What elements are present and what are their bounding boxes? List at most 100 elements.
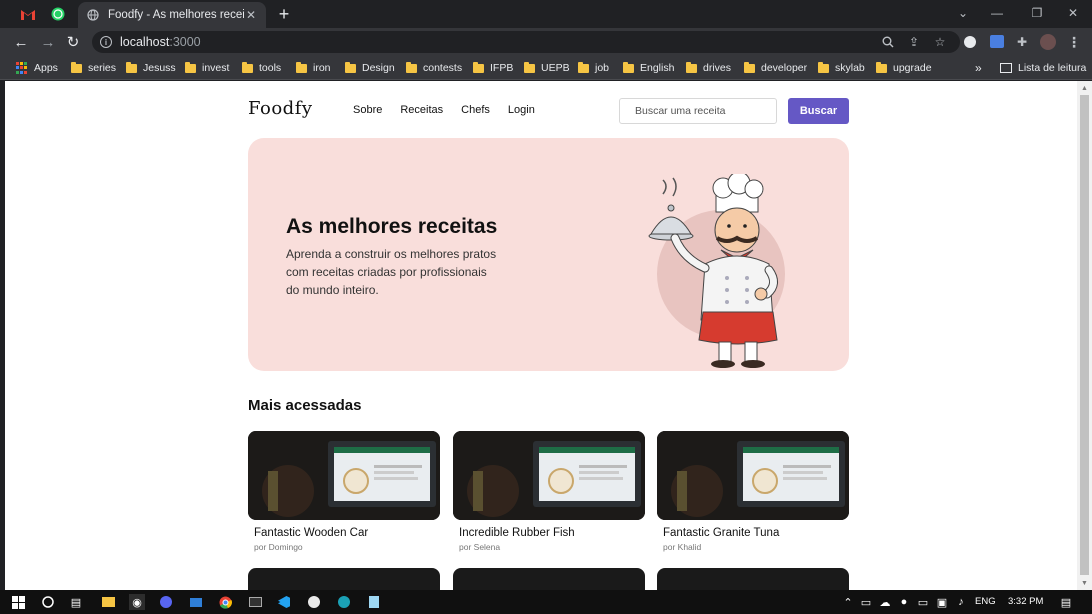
bookmark-star-icon[interactable]: ☆: [932, 34, 948, 50]
notepad-icon[interactable]: [366, 594, 382, 610]
folder-icon: [345, 61, 356, 73]
folder-icon: [406, 61, 417, 73]
bookmark-folder[interactable]: IFPB: [473, 60, 513, 76]
bookmark-folder[interactable]: job: [578, 60, 609, 76]
bookmarks-overflow-icon[interactable]: »: [975, 60, 982, 76]
bookmark-folder[interactable]: Jesuss: [126, 60, 176, 76]
bookmark-folder[interactable]: UEPB: [524, 60, 570, 76]
mail-icon[interactable]: [188, 594, 204, 610]
extension-circle-icon[interactable]: [964, 36, 976, 48]
recipe-image[interactable]: [453, 431, 645, 520]
tray-chevron-icon[interactable]: ⌃: [840, 594, 856, 610]
network-icon[interactable]: ▣: [934, 594, 950, 610]
bookmark-folder[interactable]: upgrade: [876, 60, 932, 76]
tab-foodfy[interactable]: Foodfy - As melhores receitas ✕: [78, 2, 266, 28]
tab-search-icon[interactable]: ⌄: [946, 3, 980, 23]
restore-icon[interactable]: ❐: [1020, 3, 1054, 23]
tray-meet-icon[interactable]: ▭: [858, 594, 874, 610]
bookmark-folder[interactable]: skylab: [818, 60, 865, 76]
nav-link-receitas[interactable]: Receitas: [400, 104, 443, 116]
zoom-search-icon[interactable]: [880, 34, 896, 50]
reading-list[interactable]: Lista de leitura: [1000, 60, 1086, 76]
bookmark-folder[interactable]: invest: [185, 60, 229, 76]
minimize-icon[interactable]: —: [980, 3, 1014, 23]
tab-strip: Foodfy - As melhores receitas ✕ + ⌄ — ❐ …: [0, 0, 1092, 28]
recipe-card[interactable]: [248, 568, 440, 590]
recipe-image[interactable]: [657, 431, 849, 520]
browser-toolbar: ← → ↻ i localhost:3000 ⇪ ☆ ✚ ⋮: [0, 28, 1092, 56]
edge-icon[interactable]: [336, 594, 352, 610]
bookmark-folder[interactable]: English: [623, 60, 674, 76]
microphone-icon[interactable]: ●: [896, 594, 912, 610]
translate-icon[interactable]: [990, 35, 1004, 48]
back-icon[interactable]: ←: [11, 32, 31, 52]
volume-icon[interactable]: ♪: [953, 594, 969, 610]
site-logo[interactable]: Foodfy: [248, 98, 313, 119]
recipe-card[interactable]: Fantastic Wooden Car por Domingo: [248, 431, 440, 552]
bookmark-folder[interactable]: series: [71, 60, 116, 76]
bookmark-folder[interactable]: contests: [406, 60, 462, 76]
search-button[interactable]: Buscar: [788, 98, 849, 124]
recipe-name[interactable]: Fantastic Granite Tuna: [663, 527, 849, 539]
bookmark-folder[interactable]: tools: [242, 60, 281, 76]
scroll-down-icon[interactable]: ▼: [1080, 578, 1089, 588]
nav-link-sobre[interactable]: Sobre: [353, 104, 382, 116]
recipe-image[interactable]: [657, 568, 849, 590]
recipe-card[interactable]: [657, 568, 849, 590]
task-view-icon[interactable]: ▤: [68, 594, 84, 610]
tab-close-icon[interactable]: ✕: [244, 8, 258, 22]
vscode-icon[interactable]: [276, 594, 292, 610]
recipe-image[interactable]: [453, 568, 645, 590]
close-window-icon[interactable]: ✕: [1056, 3, 1090, 23]
tab-whatsapp[interactable]: [42, 3, 74, 25]
chrome-icon[interactable]: [217, 594, 233, 610]
reload-icon[interactable]: ↻: [63, 32, 83, 52]
recipe-image[interactable]: [248, 431, 440, 520]
page-scrollbar[interactable]: ▲ ▼: [1077, 81, 1092, 590]
onedrive-icon[interactable]: ☁: [877, 594, 893, 610]
notifications-icon[interactable]: ▤: [1058, 594, 1074, 610]
recipe-name[interactable]: Fantastic Wooden Car: [254, 527, 440, 539]
extensions-puzzle-icon[interactable]: ✚: [1014, 34, 1030, 50]
scroll-up-icon[interactable]: ▲: [1080, 83, 1089, 93]
terminal-icon[interactable]: [247, 594, 263, 610]
recipe-card[interactable]: Incredible Rubber Fish por Selena: [453, 431, 645, 552]
search-icon[interactable]: [40, 594, 56, 610]
recipe-card[interactable]: Fantastic Granite Tuna por Khalid: [657, 431, 849, 552]
obs-icon[interactable]: ◉: [129, 594, 145, 610]
hero-title: As melhores receitas: [286, 215, 498, 238]
bookmark-folder[interactable]: developer: [744, 60, 807, 76]
folder-icon: [686, 61, 697, 73]
nav-link-login[interactable]: Login: [508, 104, 535, 116]
new-tab-icon[interactable]: +: [274, 4, 294, 24]
windows-start-icon[interactable]: [10, 594, 26, 610]
battery-icon[interactable]: ▭: [915, 594, 931, 610]
address-url: localhost:3000: [120, 35, 201, 49]
profile-avatar[interactable]: [1040, 34, 1056, 50]
whatsapp-icon: [51, 7, 65, 21]
folder-icon: [578, 61, 589, 73]
search-input[interactable]: [619, 98, 777, 124]
app-icon[interactable]: [306, 594, 322, 610]
site-info-icon[interactable]: i: [100, 36, 112, 48]
discord-icon[interactable]: [158, 594, 174, 610]
file-explorer-icon[interactable]: [100, 594, 116, 610]
recipe-author: por Selena: [459, 542, 501, 552]
bookmark-apps[interactable]: Apps: [16, 60, 58, 76]
scrollbar-thumb[interactable]: [1080, 95, 1089, 575]
bookmark-folder[interactable]: iron: [296, 60, 331, 76]
nav-link-chefs[interactable]: Chefs: [461, 104, 490, 116]
menu-kebab-icon[interactable]: ⋮: [1066, 34, 1082, 50]
tab-gmail[interactable]: [12, 3, 44, 25]
recipe-name[interactable]: Incredible Rubber Fish: [459, 527, 645, 539]
bookmark-folder[interactable]: Design: [345, 60, 395, 76]
folder-icon: [473, 61, 484, 73]
address-bar[interactable]: i localhost:3000: [92, 31, 960, 53]
recipe-image[interactable]: [248, 568, 440, 590]
clock-time[interactable]: 3:32 PM: [1008, 596, 1043, 607]
share-icon[interactable]: ⇪: [906, 34, 922, 50]
recipe-card[interactable]: [453, 568, 645, 590]
forward-icon[interactable]: →: [38, 32, 58, 52]
bookmark-folder[interactable]: drives: [686, 60, 731, 76]
input-language[interactable]: ENG: [975, 596, 996, 607]
